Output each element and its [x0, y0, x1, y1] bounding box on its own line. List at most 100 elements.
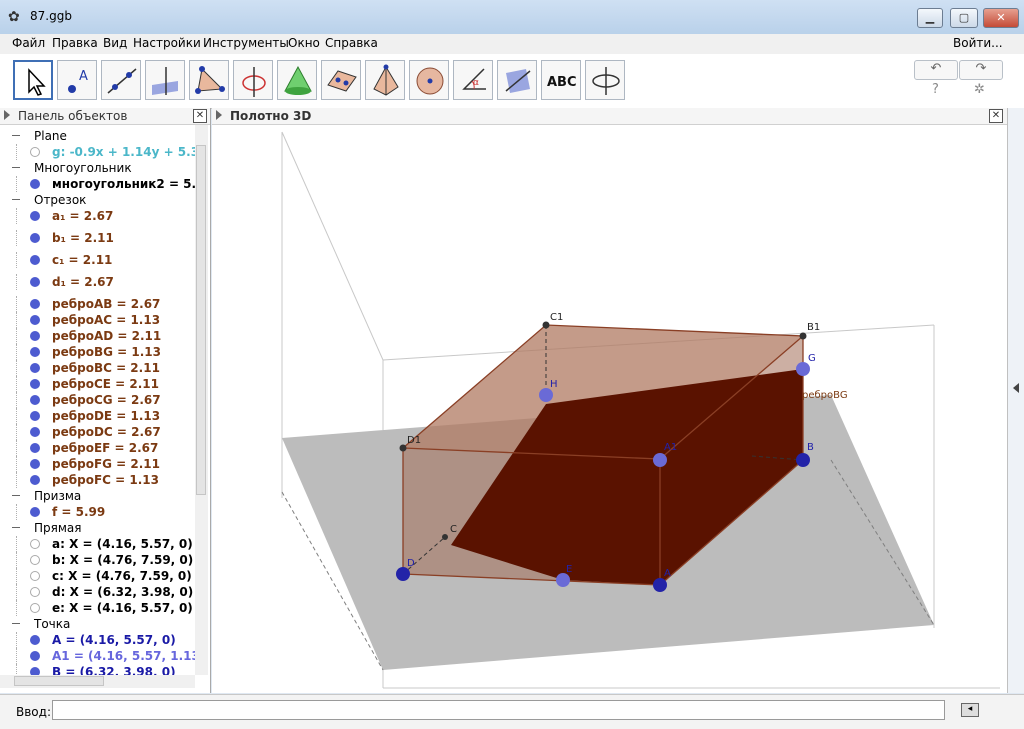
- list-item[interactable]: e: X = (4.16, 5.57, 0) + λ (0: [0, 600, 195, 616]
- visibility-toggle-icon[interactable]: [30, 459, 40, 469]
- visibility-toggle-icon[interactable]: [30, 587, 40, 597]
- list-item[interactable]: a₁ = 2.67: [0, 208, 195, 224]
- visibility-toggle-icon[interactable]: [30, 571, 40, 581]
- point-d[interactable]: [396, 567, 410, 581]
- line-tool-button[interactable]: [101, 60, 141, 100]
- pyramid-tool-button[interactable]: [365, 60, 405, 100]
- visibility-toggle-icon[interactable]: [30, 315, 40, 325]
- menu-edit[interactable]: Правка: [52, 36, 98, 50]
- list-item[interactable]: реброBG = 1.13: [0, 344, 195, 360]
- sphere-tool-button[interactable]: [409, 60, 449, 100]
- category-row[interactable]: Многоугольник: [0, 160, 195, 176]
- visibility-toggle-icon[interactable]: [30, 427, 40, 437]
- list-item[interactable]: A1 = (4.16, 5.57, 1.13): [0, 648, 195, 664]
- menu-help[interactable]: Справка: [325, 36, 378, 50]
- collapse-icon[interactable]: [12, 527, 20, 528]
- list-item[interactable]: f = 5.99: [0, 504, 195, 520]
- category-row[interactable]: Призма: [0, 488, 195, 504]
- category-row[interactable]: Точка: [0, 616, 195, 632]
- polygon-tool-button[interactable]: [189, 60, 229, 100]
- point-b1[interactable]: [799, 332, 807, 340]
- list-item[interactable]: g: -0.9x + 1.14y + 5.31z =: [0, 144, 195, 160]
- visibility-toggle-icon[interactable]: [30, 603, 40, 613]
- menu-login[interactable]: Войти...: [953, 36, 1003, 50]
- visibility-toggle-icon[interactable]: [30, 395, 40, 405]
- point-a[interactable]: [653, 578, 667, 592]
- close-panel-icon[interactable]: ✕: [193, 109, 207, 123]
- list-item[interactable]: b₁ = 2.11: [0, 230, 195, 246]
- angle-tool-button[interactable]: α: [453, 60, 493, 100]
- scroll-thumb[interactable]: [196, 145, 206, 495]
- category-row[interactable]: Прямая: [0, 520, 195, 536]
- list-item[interactable]: реброAC = 1.13: [0, 312, 195, 328]
- 3d-canvas[interactable]: C1 B1 H G D1 A1 B C D E A реброBG: [212, 125, 1007, 693]
- list-item[interactable]: d: X = (6.32, 3.98, 0) + λ (-: [0, 584, 195, 600]
- algebra-vertical-scrollbar[interactable]: [195, 125, 208, 675]
- point-c1[interactable]: [542, 321, 550, 329]
- category-row[interactable]: Отрезок: [0, 192, 195, 208]
- close-panel-icon[interactable]: ✕: [989, 109, 1003, 123]
- visibility-toggle-icon[interactable]: [30, 443, 40, 453]
- menu-settings[interactable]: Настройки: [133, 36, 201, 50]
- visibility-toggle-icon[interactable]: [30, 651, 40, 661]
- point-e[interactable]: [556, 573, 570, 587]
- collapse-icon[interactable]: [12, 199, 20, 200]
- list-item[interactable]: реброBC = 2.11: [0, 360, 195, 376]
- visibility-toggle-icon[interactable]: [30, 539, 40, 549]
- collapse-icon[interactable]: [12, 135, 20, 136]
- point-d1[interactable]: [399, 444, 407, 452]
- rotate-view-tool-button[interactable]: [585, 60, 625, 100]
- help-icon[interactable]: ?: [932, 82, 939, 97]
- point-g[interactable]: [796, 362, 810, 376]
- plane-tool-button[interactable]: [321, 60, 361, 100]
- panel-toggle-icon[interactable]: [4, 110, 10, 120]
- algebra-horizontal-scrollbar[interactable]: [0, 675, 195, 688]
- list-item[interactable]: b: X = (4.76, 7.59, 0) + λ (0: [0, 552, 195, 568]
- list-item[interactable]: A = (4.16, 5.57, 0): [0, 632, 195, 648]
- visibility-toggle-icon[interactable]: [30, 277, 40, 287]
- input-field[interactable]: [52, 700, 945, 720]
- visibility-toggle-icon[interactable]: [30, 255, 40, 265]
- close-button[interactable]: ✕: [983, 8, 1019, 28]
- keyboard-icon[interactable]: ◂: [961, 703, 979, 717]
- panel-toggle-icon[interactable]: [216, 110, 222, 120]
- visibility-toggle-icon[interactable]: [30, 331, 40, 341]
- visibility-toggle-icon[interactable]: [30, 179, 40, 189]
- visibility-toggle-icon[interactable]: [30, 411, 40, 421]
- menu-tools[interactable]: Инструменты: [203, 36, 289, 50]
- list-item[interactable]: d₁ = 2.67: [0, 274, 195, 290]
- visibility-toggle-icon[interactable]: [30, 507, 40, 517]
- circle-axis-tool-button[interactable]: [233, 60, 273, 100]
- list-item[interactable]: реброDC = 2.67: [0, 424, 195, 440]
- menu-view[interactable]: Вид: [103, 36, 127, 50]
- collapse-icon[interactable]: [12, 167, 20, 168]
- visibility-toggle-icon[interactable]: [30, 147, 40, 157]
- visibility-toggle-icon[interactable]: [30, 379, 40, 389]
- list-item[interactable]: реброEF = 2.67: [0, 440, 195, 456]
- menu-window[interactable]: Окно: [288, 36, 320, 50]
- visibility-toggle-icon[interactable]: [30, 211, 40, 221]
- point-h[interactable]: [539, 388, 553, 402]
- point-a1[interactable]: [653, 453, 667, 467]
- list-item[interactable]: c₁ = 2.11: [0, 252, 195, 268]
- undo-button[interactable]: ↶: [914, 60, 958, 80]
- visibility-toggle-icon[interactable]: [30, 299, 40, 309]
- cone-tool-button[interactable]: [277, 60, 317, 100]
- visibility-toggle-icon[interactable]: [30, 363, 40, 373]
- list-item[interactable]: реброFC = 1.13: [0, 472, 195, 488]
- list-item[interactable]: реброCE = 2.11: [0, 376, 195, 392]
- move-tool-button[interactable]: [13, 60, 53, 100]
- text-tool-button[interactable]: ABC: [541, 60, 581, 100]
- gear-icon[interactable]: ✲: [974, 82, 985, 97]
- list-item[interactable]: многоугольник2 = 5.01: [0, 176, 195, 192]
- list-item[interactable]: реброFG = 2.11: [0, 456, 195, 472]
- point-tool-button[interactable]: A: [57, 60, 97, 100]
- list-item[interactable]: реброCG = 2.67: [0, 392, 195, 408]
- category-row[interactable]: Plane: [0, 128, 195, 144]
- minimize-button[interactable]: ▁: [917, 8, 943, 28]
- list-item[interactable]: реброDE = 1.13: [0, 408, 195, 424]
- perpendicular-tool-button[interactable]: [145, 60, 185, 100]
- collapse-icon[interactable]: [12, 623, 20, 624]
- maximize-button[interactable]: ▢: [950, 8, 978, 28]
- list-item[interactable]: a: X = (4.16, 5.57, 0) + λ (2: [0, 536, 195, 552]
